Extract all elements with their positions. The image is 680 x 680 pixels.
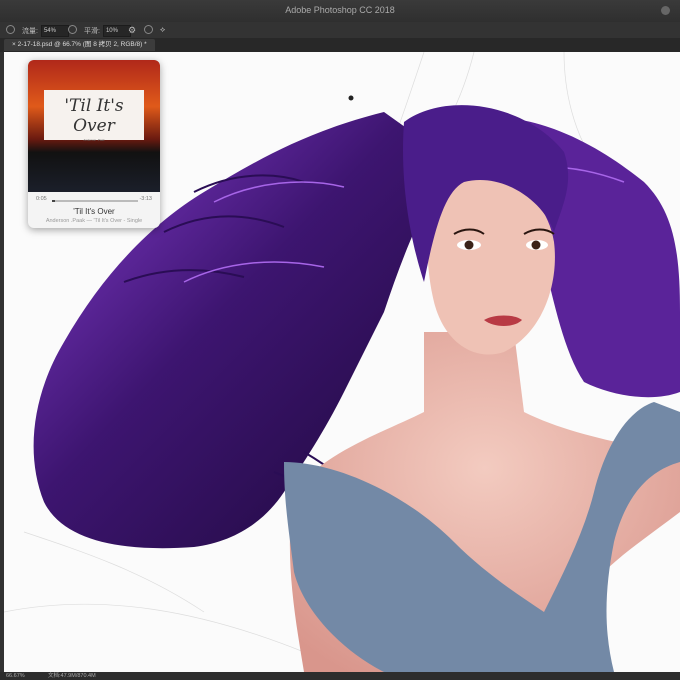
progress-fill — [52, 200, 55, 202]
smoothing-label: 平滑: — [84, 28, 100, 35]
pressure-flow-button[interactable] — [68, 25, 77, 34]
brush-tool-icon — [6, 25, 15, 34]
document-tab[interactable]: × 2-17-18.psd @ 66.7% (图 8 拷贝 2, RGB/8) … — [4, 39, 155, 51]
title-bar: Adobe Photoshop CC 2018 — [0, 0, 680, 22]
window-title: Adobe Photoshop CC 2018 — [285, 5, 395, 15]
smoothing-field[interactable]: 10% — [102, 25, 131, 37]
symmetry-button[interactable]: ⟡ — [160, 25, 165, 35]
mini-player-widget[interactable]: 'Til It's Over Anderson .Paak 0:05 -3:13… — [28, 60, 160, 228]
smoothing-control[interactable]: 平滑: 10% — [84, 25, 131, 37]
album-art: 'Til It's Over Anderson .Paak — [28, 60, 160, 192]
document-tab-bar: × 2-17-18.psd @ 66.7% (图 8 拷贝 2, RGB/8) … — [0, 38, 680, 53]
album-poster: 'Til It's Over Anderson .Paak — [44, 90, 144, 142]
symmetry-icon: ⟡ — [160, 25, 166, 34]
zoom-level[interactable]: 66.67% — [6, 672, 25, 680]
smoothing-settings-button[interactable]: ⚙ — [128, 25, 136, 36]
settings-gear-icon: ⚙ — [128, 25, 137, 35]
pressure-icon — [68, 25, 77, 34]
brush-cursor — [348, 95, 354, 101]
elapsed-time: 0:05 — [36, 196, 47, 202]
flow-label: 流量: — [22, 28, 38, 35]
document-size-info[interactable]: 文档:47.9M/870.4M — [48, 672, 96, 680]
flow-control[interactable]: 流量: 54% — [22, 25, 69, 37]
album-subtitle: Anderson .Paak — [83, 138, 105, 142]
artist-line: Anderson .Paak — 'Til It's Over - Single — [45, 218, 143, 224]
brush-preset-picker[interactable] — [6, 25, 15, 34]
progress-bar[interactable] — [52, 200, 138, 202]
remaining-time: -3:13 — [139, 196, 152, 202]
album-title: 'Til It's Over — [64, 96, 124, 136]
pressure-size-button[interactable] — [144, 25, 153, 34]
options-bar: 流量: 54% 平滑: 10% ⚙ ⟡ — [0, 22, 680, 39]
song-title: 'Til It's Over — [73, 207, 115, 216]
flow-field[interactable]: 54% — [40, 25, 69, 37]
document-tab-label: 2-17-18.psd @ 66.7% (图 8 拷贝 2, RGB/8) * — [17, 41, 147, 48]
document-canvas[interactable]: 'Til It's Over Anderson .Paak 0:05 -3:13… — [4, 52, 680, 672]
pressure-size-icon — [144, 25, 153, 34]
status-bar: 66.67% 文档:47.9M/870.4M — [0, 672, 680, 680]
window-control-icon[interactable] — [661, 6, 670, 15]
